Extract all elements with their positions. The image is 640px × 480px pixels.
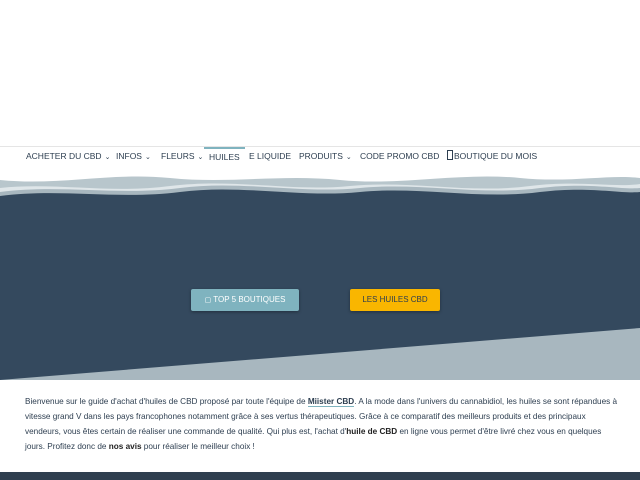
nav-label: CODE PROMO CBD — [360, 151, 440, 161]
nav-item-produits[interactable]: PRODUITS ⌄ — [299, 147, 352, 167]
nav-label: FLEURS — [161, 151, 195, 161]
header-blank-area — [0, 0, 640, 146]
les-huiles-cbd-button[interactable]: LES HUILES CBD — [350, 289, 440, 311]
nav-label: ACHETER DU CBD — [26, 151, 102, 161]
nav-label: BOUTIQUE DU MOIS — [454, 151, 538, 161]
intro-text-4: pour réaliser le meilleur choix ! — [141, 442, 255, 451]
chevron-down-icon: ⌄ — [104, 154, 111, 161]
chevron-down-icon: ⌄ — [345, 154, 352, 161]
intro-bold-avis: nos avis — [108, 442, 142, 451]
nav-label: INFOS — [116, 151, 142, 161]
nav-label: HUILES — [209, 152, 240, 162]
intro-bold-huile: huile de CBD — [346, 427, 398, 436]
nav-label: PRODUITS — [299, 151, 343, 161]
button-label: LES HUILES CBD — [362, 295, 428, 304]
chevron-down-icon: ⌄ — [144, 154, 151, 161]
nav-item-boutique-du-mois[interactable]: BOUTIQUE DU MOIS — [447, 147, 537, 167]
button-label: TOP 5 BOUTIQUES — [213, 295, 286, 304]
nav-item-huiles[interactable]: HUILES — [204, 147, 245, 167]
nav-item-e-liquide[interactable]: E LIQUIDE — [249, 147, 291, 167]
chevron-down-icon: ⌄ — [197, 154, 204, 161]
brand-link[interactable]: Miister CBD — [307, 397, 355, 407]
tag-icon — [447, 150, 453, 160]
top-5-boutiques-button[interactable]: ▢ TOP 5 BOUTIQUES — [191, 289, 299, 311]
hero-banner — [0, 166, 640, 380]
main-navigation: ACHETER DU CBD ⌄ INFOS ⌄ FLEURS ⌄ HUILES E … — [0, 146, 640, 168]
nav-label: E LIQUIDE — [249, 151, 292, 161]
nav-item-infos[interactable]: INFOS ⌄ — [116, 147, 151, 167]
nav-item-acheter-du-cbd[interactable]: ACHETER DU CBD ⌄ — [26, 147, 110, 167]
nav-item-code-promo-cbd[interactable]: CODE PROMO CBD — [360, 147, 439, 167]
footer-strip — [0, 472, 640, 480]
nav-item-fleurs[interactable]: FLEURS ⌄ — [161, 147, 203, 167]
intro-text-1: Bienvenue sur le guide d'achat d'huiles … — [25, 397, 308, 406]
star-icon: ▢ — [204, 297, 212, 304]
intro-paragraph: Bienvenue sur le guide d'achat d'huiles … — [25, 394, 620, 454]
